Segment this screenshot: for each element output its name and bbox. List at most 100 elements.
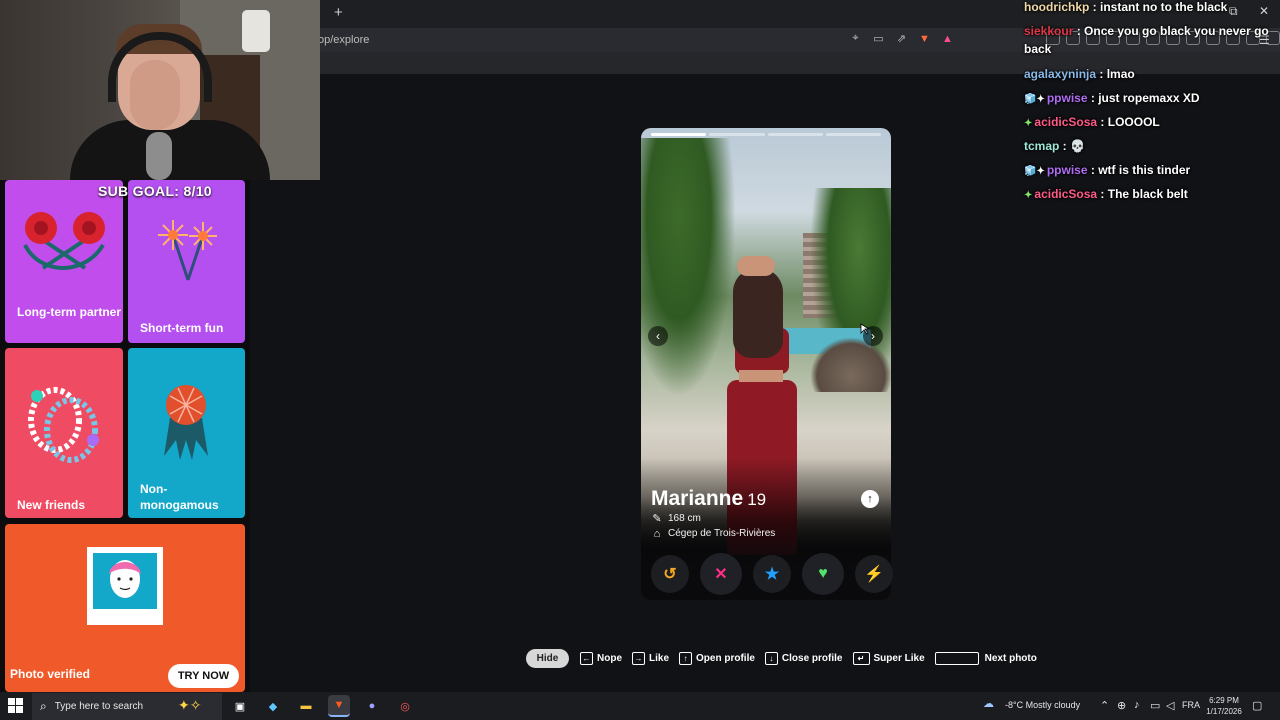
url-text[interactable]: op/explore (318, 32, 369, 48)
copilot-app[interactable]: ◆ (262, 695, 284, 717)
intent-card-long-term[interactable]: Long-term partner (5, 180, 123, 343)
show-hidden-icons[interactable]: ⌃ (1100, 699, 1109, 712)
intent-label: New friends (17, 498, 86, 512)
keyboard-hints: Hide ← Nope → Like ↑ Open profile ↓ Close pr… (526, 649, 1047, 668)
task-view-icon: ▣ (234, 700, 246, 713)
chat-text: LOOOOL (1107, 115, 1160, 129)
windows-logo-icon (16, 698, 23, 705)
intent-card-non-monogamous[interactable]: Non-monogamous (128, 348, 245, 518)
hint-open-profile: ↑ Open profile (679, 652, 755, 665)
notifications-icon[interactable]: ▢ (1252, 699, 1262, 712)
mouse-cursor (860, 322, 872, 335)
heart-icon: ♥ (818, 565, 828, 582)
hint-label: Close profile (781, 653, 843, 664)
chat-badges: ✦ (1024, 118, 1033, 129)
chat-text: instant no to the black (1100, 0, 1228, 14)
photo-progress-segment (767, 133, 823, 136)
hint-label: Next photo (984, 653, 1037, 664)
brave-icon: ▼ (333, 699, 345, 711)
nope-button[interactable]: ✕ (700, 553, 742, 595)
task-view-button[interactable]: ▣ (229, 695, 251, 717)
enter-key-icon: ↵ (852, 652, 870, 665)
brave-browser-app[interactable]: ▼ (328, 695, 350, 717)
webcam-bottle (242, 10, 270, 52)
chat-message: hoodrichkp : instant no to the black (1024, 0, 1228, 14)
chat-username: ppwise (1046, 163, 1088, 177)
system-clock[interactable]: 6:29 PM 1/17/2026 (1204, 695, 1244, 717)
location-icon[interactable]: ⌖ (848, 31, 863, 46)
sub-goal-overlay: SUB GOAL: 8/10 (98, 183, 212, 199)
address-bar-icons: ⌖ ▭ ⇗ ▼ ▲ (848, 31, 955, 46)
intent-card-new-friends[interactable]: New friends (5, 348, 123, 518)
new-tab-button[interactable]: + (334, 5, 343, 21)
intent-card-short-term[interactable]: Short-term fun (128, 180, 245, 343)
profile-school: Cégep de Trois-Rivières (668, 528, 776, 539)
usb-icon[interactable]: ⊕ (1117, 699, 1126, 712)
boost-button[interactable]: ⚡ (855, 555, 893, 593)
hint-super-like: ↵ Super Like (852, 652, 925, 665)
search-placeholder: Type here to search (54, 701, 144, 712)
intent-label: Long-term partner (17, 305, 122, 319)
file-explorer-app[interactable]: ▬ (295, 695, 317, 717)
weather-icon[interactable]: ☁ (983, 697, 994, 710)
copilot-icon: ◆ (268, 700, 278, 713)
language-indicator[interactable]: FRA (1182, 700, 1200, 710)
hide-hints-button[interactable]: Hide (526, 649, 569, 668)
photo-waist (739, 370, 783, 382)
search-icon: ⌕ (40, 699, 47, 713)
like-button[interactable]: ♥ (802, 553, 844, 595)
open-profile-icon[interactable]: ↑ (861, 490, 879, 508)
profile-school-row: ⌂ Cégep de Trois-Rivières (651, 527, 776, 541)
right-key-icon: → (632, 652, 645, 665)
friendship-bracelets-icon (28, 387, 99, 463)
obs-icon: ◎ (400, 700, 410, 713)
chat-username: tcmap (1024, 139, 1060, 153)
down-key-icon: ↓ (764, 652, 778, 665)
photo-progress-segment (825, 133, 881, 136)
brave-rewards-icon[interactable]: ▲ (940, 31, 955, 46)
profile-name-text: Marianne (651, 487, 744, 510)
intent-label: Short-term fun (140, 321, 224, 335)
chat-message: tcmap : 💀 (1024, 139, 1085, 153)
previous-photo-button[interactable]: ‹ (648, 326, 668, 346)
brave-shield-icon[interactable]: ▼ (917, 31, 932, 46)
microphone-icon[interactable]: ♪ (1134, 699, 1140, 711)
discord-icon: ● (368, 700, 376, 712)
hint-label: Super Like (873, 653, 925, 664)
space-key-icon (934, 652, 979, 665)
photo-progress-segment (709, 133, 765, 136)
chat-text: The black belt (1107, 187, 1188, 201)
network-icon[interactable]: ▭ (1150, 699, 1160, 712)
hint-label: Nope (597, 653, 622, 664)
super-like-button[interactable]: ★ (753, 555, 791, 593)
windows-start-button[interactable] (8, 698, 23, 713)
chat-username: hoodrichkp (1024, 0, 1090, 14)
star-icon: ★ (764, 566, 780, 583)
lightning-icon: ⚡ (864, 566, 884, 583)
microphone (146, 132, 172, 180)
volume-icon[interactable]: ◁ (1166, 699, 1174, 712)
chat-username: agalaxyninja (1024, 67, 1097, 81)
photo-hut (811, 338, 891, 392)
discord-app[interactable]: ● (361, 695, 383, 717)
photo-progress-bar (651, 133, 881, 136)
photo-progress-segment (651, 133, 707, 136)
profile-name: Marianne 19 (651, 486, 766, 513)
weather-text[interactable]: -8°C Mostly cloudy (1005, 700, 1080, 710)
chat-username: acidicSosa (1034, 187, 1098, 201)
windows-logo-icon (16, 706, 23, 713)
hint-nope: ← Nope (580, 652, 622, 665)
hint-close-profile: ↓ Close profile (764, 652, 843, 665)
sparklers-icon (158, 220, 217, 281)
share-icon[interactable]: ⇗ (894, 31, 909, 46)
try-now-button[interactable]: TRY NOW (168, 664, 239, 688)
windows-logo-icon (8, 706, 15, 713)
folder-icon: ▬ (300, 700, 312, 712)
chat-username: ppwise (1046, 91, 1088, 105)
cast-icon[interactable]: ▭ (871, 31, 886, 46)
rewind-button[interactable]: ↺ (651, 555, 689, 593)
chat-text: lmao (1106, 67, 1135, 81)
windows-logo-icon (8, 698, 15, 705)
profile-age: 19 (747, 490, 767, 509)
obs-app[interactable]: ◎ (394, 695, 416, 717)
